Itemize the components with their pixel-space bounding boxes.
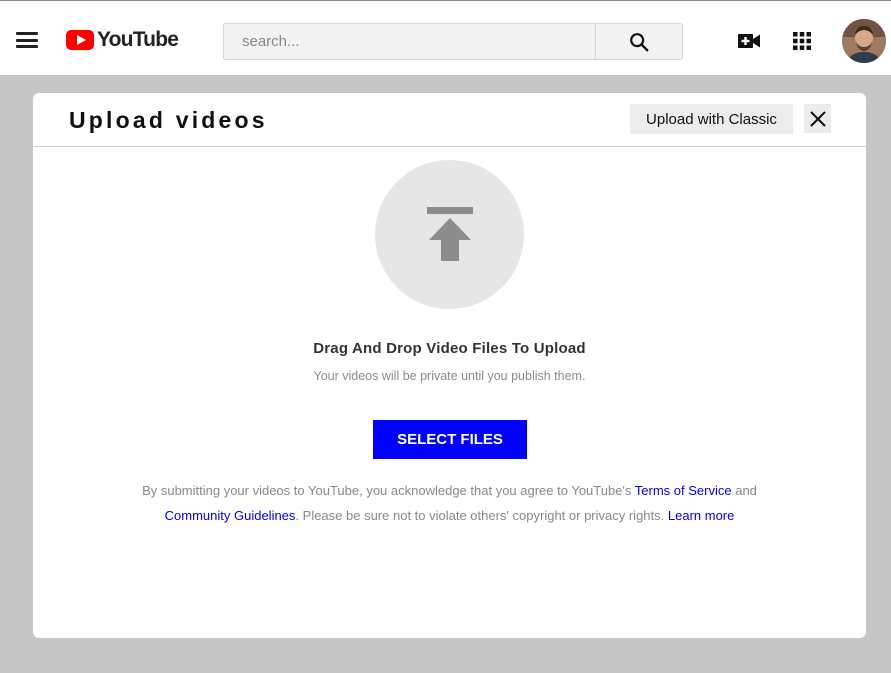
close-icon [809,110,826,127]
drag-drop-subtitle: Your videos will be private until you pu… [313,369,586,383]
upload-with-classic-button[interactable]: Upload with Classic [630,104,793,134]
terms-of-service-link[interactable]: Terms of Service [635,483,732,498]
legal-text-1: By submitting your videos to YouTube, yo… [142,483,635,498]
search-button[interactable] [596,24,682,59]
top-navigation-bar: YouTube [0,0,891,75]
logo-text: YouTube [97,28,179,51]
learn-more-link[interactable]: Learn more [668,508,734,523]
hamburger-menu-icon[interactable] [16,32,38,48]
legal-text-3: . Please be sure not to violate others' … [295,508,668,523]
youtube-play-icon [66,30,94,50]
avatar-image [842,19,886,63]
select-files-button[interactable]: SELECT FILES [373,420,527,459]
legal-text-2: and [731,483,757,498]
dialog-header: Upload videos Upload with Classic [33,93,866,147]
create-video-button[interactable] [736,29,762,53]
upload-videos-dialog: Upload videos Upload with Classic Drag A… [33,93,866,638]
upload-arrow-icon [426,206,473,261]
user-avatar[interactable] [842,19,886,63]
close-button[interactable] [804,104,831,133]
search-bar [223,23,683,60]
dialog-title: Upload videos [69,107,268,133]
legal-notice: By submitting your videos to YouTube, yo… [93,478,806,528]
apps-button[interactable] [789,29,815,53]
community-guidelines-link[interactable]: Community Guidelines [165,508,296,523]
youtube-logo[interactable]: YouTube [66,28,179,51]
search-icon [630,32,649,51]
video-camera-add-icon [738,34,760,48]
drag-drop-title: Drag And Drop Video Files To Upload [313,340,586,357]
search-input[interactable] [224,24,596,59]
apps-grid-icon [793,32,811,50]
upload-drop-zone[interactable] [375,160,524,309]
